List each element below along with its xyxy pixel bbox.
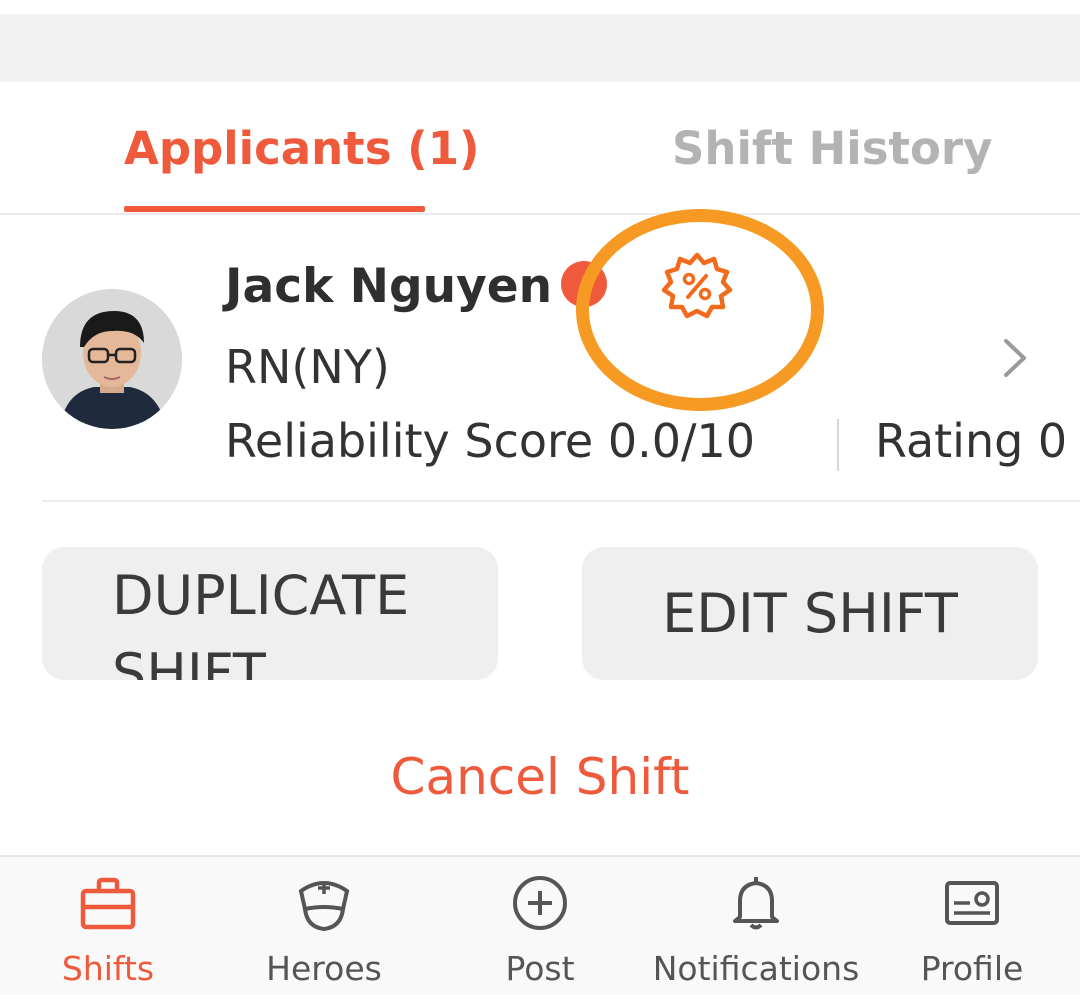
- nav-label: Shifts: [61, 949, 155, 988]
- id-card-icon: [945, 881, 999, 925]
- edit-shift-button[interactable]: EDIT SHIFT: [582, 547, 1038, 680]
- cancel-shift-button[interactable]: Cancel Shift: [0, 745, 1080, 809]
- nav-post[interactable]: Post: [432, 857, 648, 995]
- tab-shift-history[interactable]: Shift History: [672, 122, 992, 176]
- user-photo: [42, 289, 182, 429]
- avatar: [42, 289, 182, 429]
- nav-profile[interactable]: Profile: [864, 857, 1080, 995]
- highlight-circle-annotation: [576, 209, 824, 411]
- plus-circle-icon: [513, 876, 567, 930]
- briefcase-icon: [80, 877, 136, 930]
- nav-label: Notifications: [652, 949, 860, 988]
- duplicate-shift-button[interactable]: DUPLICATE SHIFT: [42, 547, 498, 680]
- duplicate-shift-label: DUPLICATE SHIFT: [112, 564, 410, 680]
- bell-icon: [733, 877, 779, 930]
- applicant-list-item[interactable]: Jack Nguyen RN(NY) Reliability Score 0.0…: [0, 209, 1080, 501]
- tab-applicants[interactable]: Applicants (1): [124, 122, 480, 176]
- nav-label: Heroes: [266, 949, 382, 988]
- nav-shifts[interactable]: Shifts: [0, 857, 216, 995]
- nav-notifications[interactable]: Notifications: [648, 857, 864, 995]
- reliability-score: Reliability Score 0.0/10: [225, 414, 756, 468]
- nurse-cap-icon: [298, 881, 350, 932]
- active-tab-indicator: [124, 206, 425, 212]
- divider: [42, 500, 1080, 502]
- shift-detail-screen: Applicants (1) Shift History Jack Nguyen: [0, 0, 1080, 995]
- nav-heroes[interactable]: Heroes: [216, 857, 432, 995]
- stats-separator: [837, 419, 839, 471]
- top-bar: [0, 14, 1080, 82]
- nav-label: Profile: [920, 949, 1024, 988]
- nav-label: Post: [505, 949, 575, 988]
- bottom-nav: Shifts Heroes Post Notifications Profile: [0, 855, 1080, 995]
- applicant-role: RN(NY): [225, 340, 390, 394]
- tab-bar: Applicants (1) Shift History: [0, 82, 1080, 214]
- applicant-name: Jack Nguyen: [225, 259, 553, 314]
- edit-shift-label: EDIT SHIFT: [662, 582, 958, 645]
- applicant-rating: Rating 0: [875, 414, 1068, 468]
- chevron-right-icon: [1004, 339, 1026, 377]
